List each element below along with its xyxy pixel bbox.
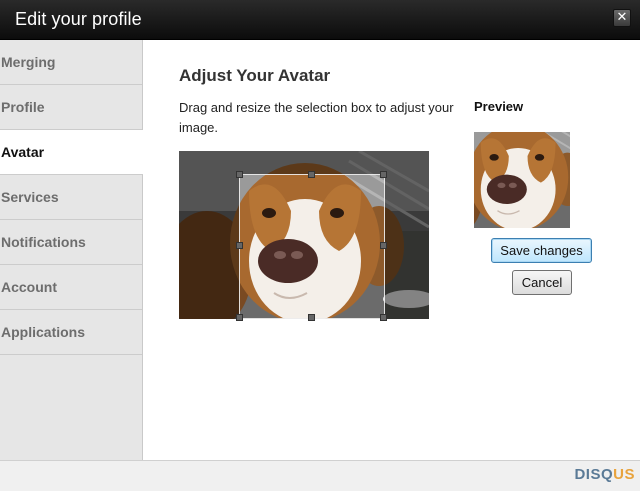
brand-text-part2: US [613,466,635,483]
sidebar-item-avatar[interactable]: Avatar [0,130,143,175]
brand-text-part1: DISQ [574,466,614,483]
page-title: Adjust Your Avatar [179,66,331,85]
main-panel: Adjust Your Avatar Drag and resize the s… [143,40,640,460]
close-icon[interactable]: ✕ [613,9,631,27]
window-title: Edit your profile [15,9,142,29]
disqus-logo[interactable]: DISQUS [574,466,635,483]
sidebar-item-services[interactable]: Services [0,175,142,220]
sidebar-item-profile[interactable]: Profile [0,85,142,130]
sidebar: Merging Profile Avatar Services Notifica… [0,40,143,460]
resize-handle-right[interactable] [380,242,387,249]
resize-handle-bottom-right[interactable] [380,314,387,321]
title-bar: Edit your profile ✕ [0,0,640,40]
instructions-text: Drag and resize the selection box to adj… [179,100,454,135]
sidebar-item-applications[interactable]: Applications [0,310,142,355]
resize-handle-bottom[interactable] [308,314,315,321]
resize-handle-top-right[interactable] [380,171,387,178]
resize-handle-top[interactable] [308,171,315,178]
sidebar-item-account[interactable]: Account [0,265,142,310]
avatar-preview-image [474,132,570,228]
preview-label: Preview [474,99,524,114]
resize-handle-top-left[interactable] [236,171,243,178]
resize-handle-bottom-left[interactable] [236,314,243,321]
sidebar-item-merging[interactable]: Merging [0,40,142,85]
resize-handle-left[interactable] [236,242,243,249]
footer: DISQUS [0,460,640,491]
crop-selection-image [240,175,384,318]
cancel-button[interactable]: Cancel [512,270,572,295]
save-changes-button[interactable]: Save changes [491,238,592,263]
crop-selection-box[interactable] [236,171,387,321]
sidebar-item-notifications[interactable]: Notifications [0,220,142,265]
